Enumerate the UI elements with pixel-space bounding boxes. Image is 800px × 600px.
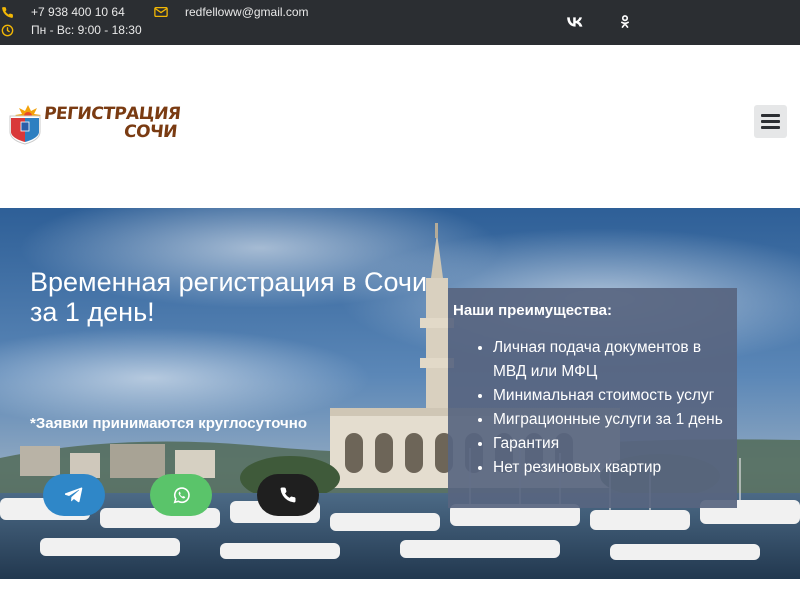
whatsapp-icon <box>173 486 190 503</box>
logo-emblem-icon <box>9 105 41 145</box>
hero-note: *Заявки принимаются круглосуточно <box>30 415 307 432</box>
page-bottom <box>0 579 800 600</box>
email-address: redfelloww@gmail.com <box>185 5 309 19</box>
vk-icon[interactable] <box>565 12 585 32</box>
topbar-phone[interactable]: +7 938 400 10 64 <box>0 5 125 19</box>
list-item: Нет резиновых квартир <box>493 456 738 480</box>
whatsapp-button[interactable] <box>150 474 212 516</box>
menu-toggle-button[interactable] <box>754 105 787 138</box>
list-item: Миграционные услуги за 1 день <box>493 408 738 432</box>
logo-line-1: РЕГИСТРАЦИЯ <box>42 104 182 124</box>
working-hours: Пн - Вс: 9:00 - 18:30 <box>31 23 142 37</box>
advantages-title: Наши преимущества: <box>453 302 612 319</box>
ok-icon[interactable] <box>615 12 635 32</box>
site-header: РЕГИСТРАЦИЯ СОЧИ <box>0 45 800 208</box>
list-item: Минимальная стоимость услуг <box>493 384 738 408</box>
site-logo[interactable]: РЕГИСТРАЦИЯ СОЧИ <box>8 102 181 146</box>
hamburger-icon <box>761 114 780 117</box>
topbar-hours: Пн - Вс: 9:00 - 18:30 <box>0 23 142 37</box>
hero-section: Временная регистрация в Сочи за 1 день! … <box>0 208 800 579</box>
topbar-email[interactable]: redfelloww@gmail.com <box>154 5 309 19</box>
hero-title: Временная регистрация в Сочи за 1 день! <box>30 267 428 327</box>
logo-line-2: СОЧИ <box>122 122 178 142</box>
list-item: Гарантия <box>493 432 738 456</box>
phone-icon <box>280 487 296 503</box>
list-item: Личная подача документов в МВД или МФЦ <box>493 336 738 384</box>
telegram-button[interactable] <box>43 474 105 516</box>
clock-icon <box>0 23 14 37</box>
advantages-list: Личная подача документов в МВД или МФЦ М… <box>468 336 738 480</box>
call-button[interactable] <box>257 474 319 516</box>
phone-number: +7 938 400 10 64 <box>31 5 125 19</box>
phone-icon <box>0 5 14 19</box>
telegram-icon <box>65 487 83 503</box>
advantages-panel: Наши преимущества: Личная подача докумен… <box>448 288 737 508</box>
envelope-icon <box>154 5 168 19</box>
top-bar: +7 938 400 10 64 Пн - Вс: 9:00 - 18:30 r… <box>0 0 800 45</box>
